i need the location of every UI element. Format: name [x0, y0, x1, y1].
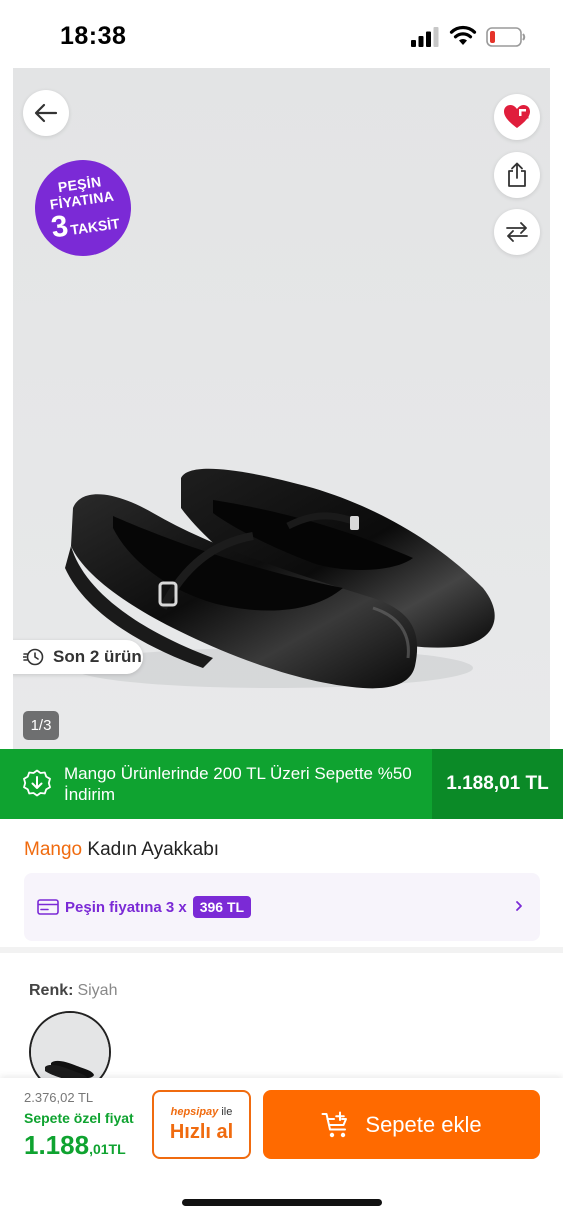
campaign-banner[interactable]: Mango Ürünlerinde 200 TL Üzeri Sepette %…: [0, 749, 563, 819]
back-button[interactable]: [23, 90, 69, 136]
quick-buy-suffix: ile: [221, 1105, 233, 1118]
fast-clock-icon: [23, 648, 44, 666]
color-label-value: Siyah: [77, 982, 118, 999]
badge-word: TAKSİT: [69, 215, 121, 238]
quick-buy-button[interactable]: hepsipay ile Hızlı al: [152, 1090, 251, 1159]
image-page-indicator: 1/3: [23, 711, 59, 740]
credit-card-icon: [37, 899, 59, 915]
installment-card[interactable]: Peşin fiyatına 3 x 396 TL: [24, 873, 540, 941]
add-to-cart-label: Sepete ekle: [365, 1111, 482, 1137]
special-price: 1.188,01TL: [24, 1130, 126, 1161]
quick-buy-label: Hızlı al: [169, 1120, 234, 1143]
color-label-key: Renk:: [29, 982, 74, 999]
home-indicator[interactable]: [182, 1199, 382, 1206]
brand-link[interactable]: Mango: [24, 839, 82, 860]
section-divider: [0, 947, 563, 953]
old-price: 2.376,02 TL: [24, 1090, 94, 1105]
low-stock-chip: Son 2 ürün: [13, 640, 143, 674]
status-time: 18:38: [60, 22, 127, 50]
hepsipay-logo: hepsipay: [170, 1105, 219, 1118]
badge-line-3: 3 TAKSİT: [49, 204, 121, 245]
price-main: 1.188: [24, 1130, 90, 1160]
product-image-gallery[interactable]: PEŞİN FİYATINA 3 TAKSİT Son 2 ürün 1/3: [13, 68, 550, 749]
installment-text: Peşin fiyatına 3 x: [65, 898, 187, 916]
battery-icon: [486, 27, 526, 47]
campaign-text: Mango Ürünlerinde 200 TL Üzeri Sepette %…: [64, 764, 412, 804]
favorite-button[interactable]: [494, 94, 540, 140]
product-title: Mango Kadın Ayakkabı: [24, 839, 219, 861]
status-bar: 18:38: [0, 0, 563, 68]
special-price-label: Sepete özel fiyat: [24, 1110, 134, 1126]
cart-plus-icon: [321, 1111, 348, 1137]
price-fraction: ,01TL: [89, 1141, 126, 1157]
share-icon: [508, 162, 526, 187]
discount-badge-icon: [23, 769, 51, 797]
product-name: Kadın Ayakkabı: [87, 839, 220, 860]
badge-number: 3: [49, 209, 71, 245]
campaign-price: 1.188,01 TL: [432, 749, 563, 819]
share-button[interactable]: [494, 152, 540, 198]
swap-arrows-icon: [506, 222, 528, 242]
installment-amount: 396 TL: [192, 896, 252, 918]
heart-icon: [504, 105, 530, 128]
compare-button[interactable]: [494, 209, 540, 255]
purchase-bar: 2.376,02 TL Sepete özel fiyat 1.188,01TL…: [0, 1078, 563, 1219]
signal-icon: [411, 27, 439, 47]
add-to-cart-button[interactable]: Sepete ekle: [263, 1090, 540, 1159]
arrow-left-icon: [34, 103, 58, 123]
color-label: Renk: Siyah: [29, 982, 117, 1000]
chevron-right-icon: [516, 901, 522, 911]
wifi-icon: [449, 25, 477, 45]
quick-buy-caption: hepsipay ile: [171, 1106, 233, 1118]
stock-text: Son 2 ürün: [53, 647, 142, 666]
